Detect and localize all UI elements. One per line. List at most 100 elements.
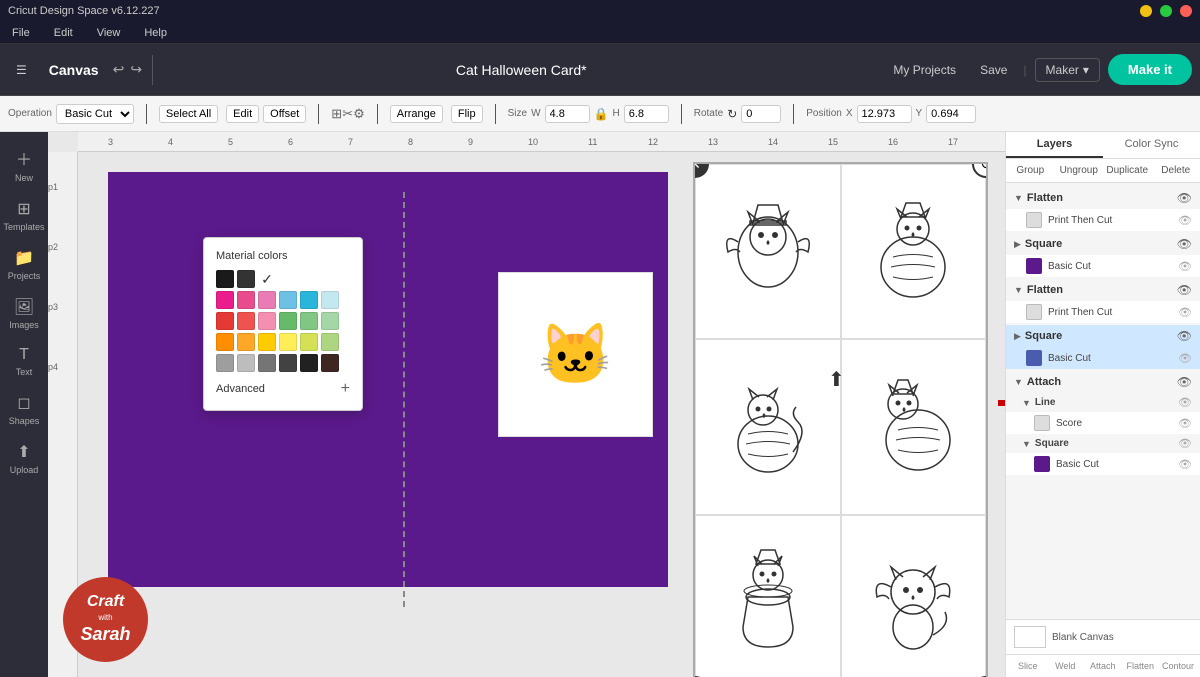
edit-button[interactable]: Edit: [226, 105, 259, 123]
canvas-area[interactable]: 3 4 5 6 7 8 9 10 11 12 13 14 15 16 17 18…: [48, 132, 1005, 677]
color-picker-popup[interactable]: Material colors ✓: [203, 237, 363, 411]
color-swatch-green1[interactable]: [279, 312, 297, 330]
color-swatch-darkgray[interactable]: [237, 270, 255, 288]
menu-help[interactable]: Help: [140, 27, 171, 39]
attach-header[interactable]: ▼ Attach 👁: [1006, 371, 1200, 393]
basic-cut-1[interactable]: Basic Cut 👁: [1006, 255, 1200, 277]
ptc-eye-2[interactable]: 👁: [1178, 306, 1192, 319]
x-input[interactable]: [857, 105, 912, 123]
group-button[interactable]: Group: [1006, 159, 1055, 182]
color-swatch-orange2[interactable]: [237, 333, 255, 351]
ungroup-button[interactable]: Ungroup: [1055, 159, 1104, 182]
contour-button[interactable]: Contour: [1160, 659, 1196, 673]
operation-select[interactable]: Basic Cut: [56, 104, 134, 124]
sidebar-item-projects[interactable]: 📁 Projects: [0, 242, 48, 287]
score-eye[interactable]: 👁: [1178, 417, 1192, 430]
sidebar-item-text[interactable]: T Text: [0, 340, 48, 383]
height-input[interactable]: [624, 105, 669, 123]
minimize-button[interactable]: [1140, 5, 1152, 17]
square-sub-eye[interactable]: 👁: [1178, 437, 1192, 450]
maker-button[interactable]: Maker ▾: [1035, 58, 1100, 82]
menu-file[interactable]: File: [8, 27, 34, 39]
color-swatch-lime[interactable]: [300, 333, 318, 351]
color-swatch-orange1[interactable]: [216, 333, 234, 351]
sidebar-item-templates[interactable]: ⊞ Templates: [0, 193, 48, 238]
arrange-button[interactable]: Arrange: [390, 105, 443, 123]
line-eye[interactable]: 👁: [1178, 396, 1192, 409]
color-swatch-yellow1[interactable]: [258, 333, 276, 351]
save-button[interactable]: Save: [972, 59, 1015, 81]
color-swatch-gray2[interactable]: [237, 354, 255, 372]
width-input[interactable]: [545, 105, 590, 123]
maximize-button[interactable]: [1160, 5, 1172, 17]
duplicate-button[interactable]: Duplicate: [1103, 159, 1152, 182]
close-button[interactable]: [1180, 5, 1192, 17]
sidebar-item-shapes[interactable]: ◻ Shapes: [0, 387, 48, 432]
color-swatch-blue1[interactable]: [279, 291, 297, 309]
basic-cut-3[interactable]: Basic Cut 👁: [1006, 453, 1200, 475]
ptc-eye-1[interactable]: 👁: [1178, 214, 1192, 227]
flip-button[interactable]: Flip: [451, 105, 483, 123]
color-swatch-gray3[interactable]: [258, 354, 276, 372]
score-item[interactable]: Score 👁: [1006, 412, 1200, 434]
purple-card[interactable]: 🐱: [108, 172, 668, 587]
bc-eye-1[interactable]: 👁: [1178, 260, 1192, 273]
color-swatch-lightlime[interactable]: [321, 333, 339, 351]
square-header-1[interactable]: ▶ Square 👁: [1006, 233, 1200, 255]
color-swatch-brown[interactable]: [321, 354, 339, 372]
make-it-button[interactable]: Make it: [1108, 54, 1192, 85]
y-input[interactable]: [926, 105, 976, 123]
menu-view[interactable]: View: [93, 27, 125, 39]
sidebar-item-upload[interactable]: ⬆ Upload: [0, 436, 48, 481]
redo-button[interactable]: ↪: [130, 61, 142, 78]
color-swatch-yellow2[interactable]: [279, 333, 297, 351]
color-swatch-black[interactable]: [216, 270, 234, 288]
eye-icon-3[interactable]: 👁: [1177, 283, 1192, 297]
color-swatch-red1[interactable]: [216, 312, 234, 330]
delete-button[interactable]: Delete: [1152, 159, 1200, 182]
tab-color-sync[interactable]: Color Sync: [1103, 132, 1200, 158]
flatten-header-1[interactable]: ▼ Flatten 👁: [1006, 187, 1200, 209]
square-header-2[interactable]: ▶ Square 👁: [1006, 325, 1200, 347]
bc-eye-2[interactable]: 👁: [1178, 352, 1192, 365]
basic-cut-2[interactable]: Basic Cut 👁: [1006, 347, 1200, 369]
color-swatch-lightgreen[interactable]: [321, 312, 339, 330]
tab-layers[interactable]: Layers: [1006, 132, 1103, 158]
sidebar-item-new[interactable]: ＋ New: [0, 140, 48, 189]
my-projects-button[interactable]: My Projects: [885, 59, 964, 81]
color-swatch-nearblack[interactable]: [300, 354, 318, 372]
color-swatch-red2[interactable]: [237, 312, 255, 330]
print-then-cut-2[interactable]: Print Then Cut 👁: [1006, 301, 1200, 323]
rotate-input[interactable]: [741, 105, 781, 123]
menu-hamburger-button[interactable]: ☰: [8, 59, 35, 81]
weld-button[interactable]: Weld: [1048, 659, 1084, 673]
eye-icon-1[interactable]: 👁: [1177, 191, 1192, 205]
white-card-inset[interactable]: 🐱: [498, 272, 653, 437]
color-swatch-blue2[interactable]: [300, 291, 318, 309]
offset-button[interactable]: Offset: [263, 105, 306, 123]
cat-images-panel[interactable]: ✕ ↻ ⤡ ⤡: [693, 162, 988, 677]
menu-edit[interactable]: Edit: [50, 27, 77, 39]
color-swatch-lightblue[interactable]: [321, 291, 339, 309]
advanced-row[interactable]: Advanced +: [216, 380, 350, 398]
color-swatch-pink3[interactable]: [258, 291, 276, 309]
sidebar-item-images[interactable]: 🖼 Images: [0, 291, 48, 336]
bc-eye-3[interactable]: 👁: [1178, 458, 1192, 471]
attach-button[interactable]: Attach: [1085, 659, 1121, 673]
color-swatch-green2[interactable]: [300, 312, 318, 330]
eye-icon-5[interactable]: 👁: [1177, 375, 1192, 389]
line-subheader[interactable]: ▼ Line 👁: [1006, 393, 1200, 412]
square-subheader[interactable]: ▼ Square 👁: [1006, 434, 1200, 453]
color-swatch-pink1[interactable]: [216, 291, 234, 309]
color-swatch-lightpink[interactable]: [258, 312, 276, 330]
slice-button[interactable]: Slice: [1010, 659, 1046, 673]
print-then-cut-1[interactable]: Print Then Cut 👁: [1006, 209, 1200, 231]
color-swatch-pink2[interactable]: [237, 291, 255, 309]
select-all-button[interactable]: Select All: [159, 105, 218, 123]
eye-icon-2[interactable]: 👁: [1177, 237, 1192, 251]
flatten-button[interactable]: Flatten: [1123, 659, 1159, 673]
color-swatch-gray1[interactable]: [216, 354, 234, 372]
eye-icon-4[interactable]: 👁: [1177, 329, 1192, 343]
flatten-header-2[interactable]: ▼ Flatten 👁: [1006, 279, 1200, 301]
color-swatch-darkgray2[interactable]: [279, 354, 297, 372]
